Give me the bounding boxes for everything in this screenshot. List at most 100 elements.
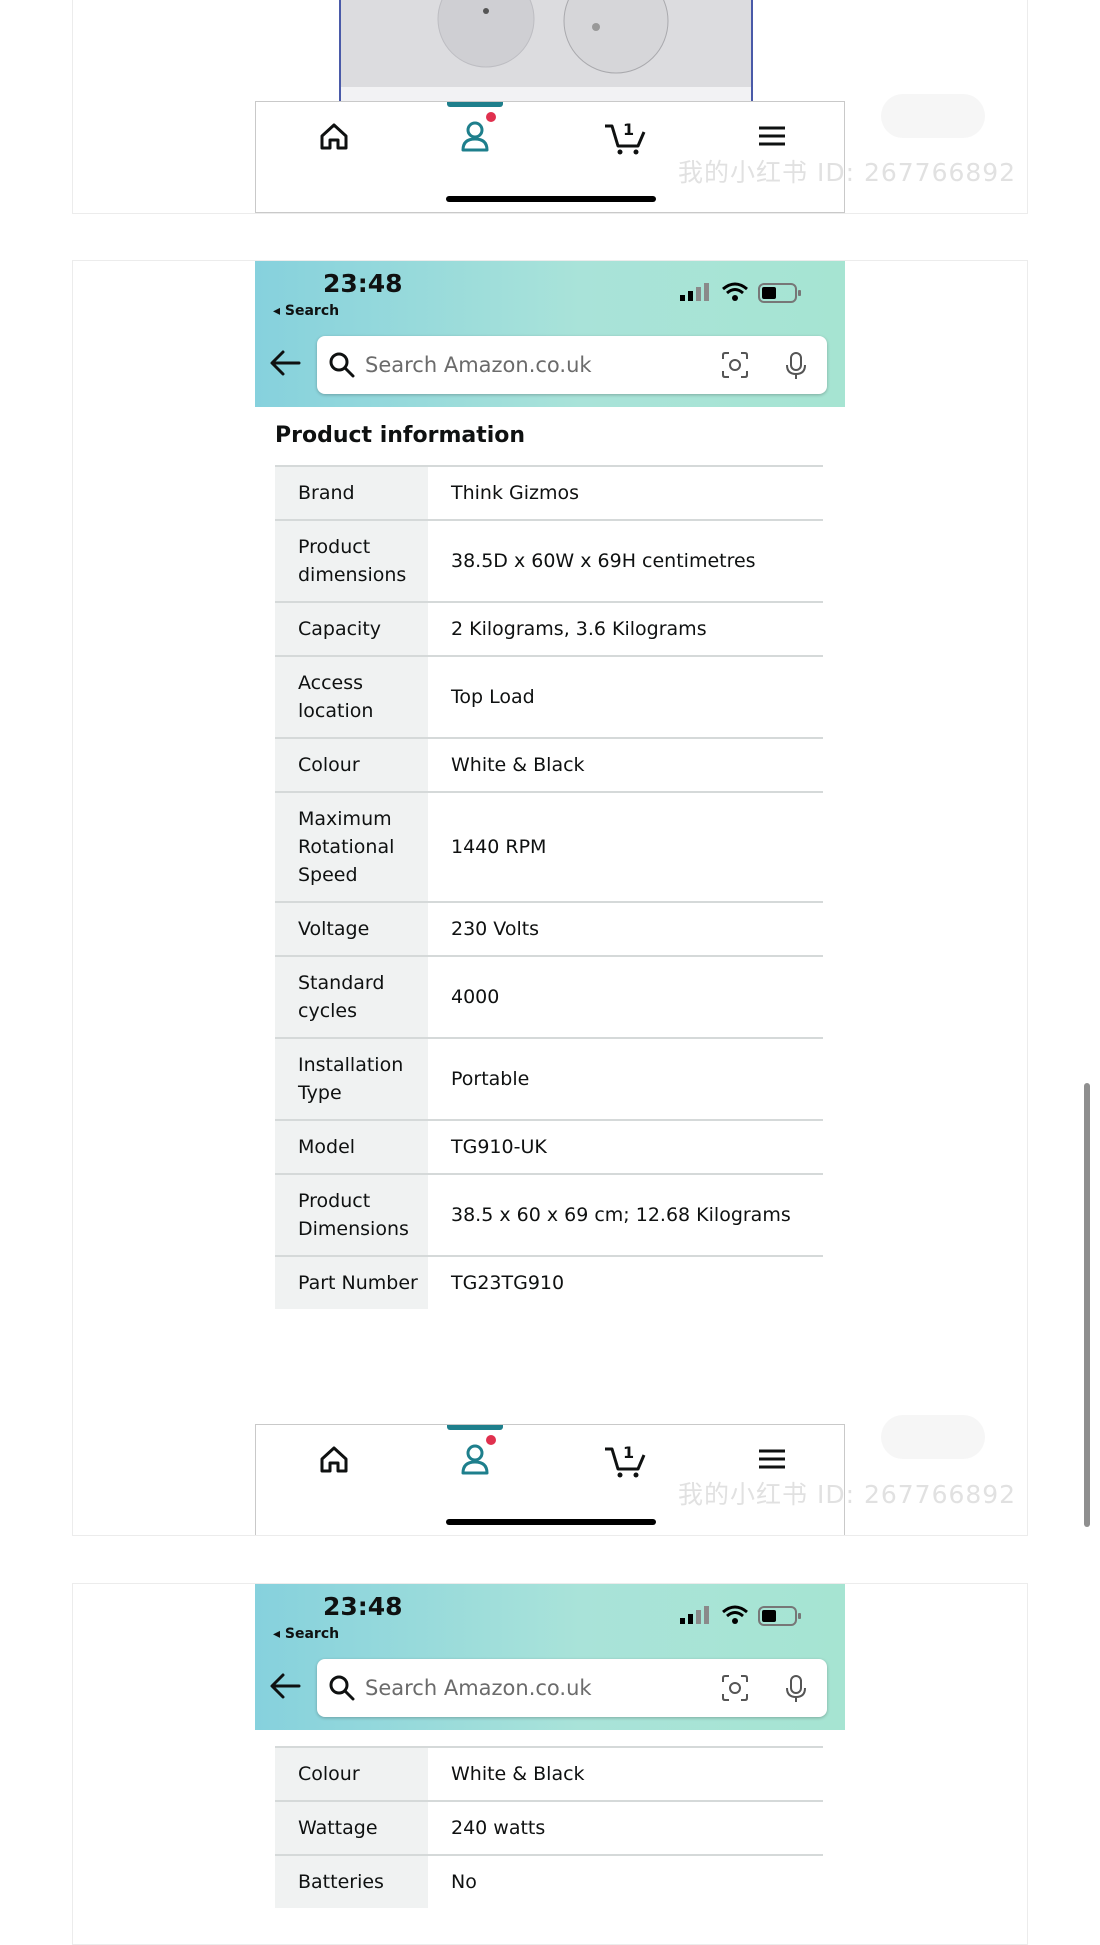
row-label: Colour — [275, 1746, 428, 1801]
search-input[interactable] — [365, 348, 705, 382]
cart-count: 1 — [623, 1443, 634, 1462]
menu-icon[interactable] — [752, 1439, 792, 1479]
screenshot-panel-1: 1 我的小红书 ID: 267766892 — [72, 0, 1028, 214]
signal-icon — [680, 283, 709, 301]
cart-count: 1 — [623, 120, 634, 139]
screenshot-panel-2: 23:48 ◂ Search Product information Brand… — [72, 260, 1028, 1536]
row-label: Product dimensions — [275, 519, 428, 602]
row-value: Top Load — [428, 655, 823, 738]
battery-icon — [758, 283, 801, 303]
notification-dot — [486, 1435, 496, 1445]
row-label: Batteries — [275, 1854, 428, 1908]
home-indicator — [446, 196, 656, 202]
table-row: Colour White & Black — [275, 737, 823, 792]
account-icon[interactable] — [455, 116, 495, 156]
row-label: Brand — [275, 465, 428, 520]
notification-dot — [486, 112, 496, 122]
row-label: Wattage — [275, 1800, 428, 1855]
search-bar[interactable] — [317, 1659, 827, 1717]
watermark-badge — [881, 94, 985, 138]
row-value: 38.5 x 60 x 69 cm; 12.68 Kilograms — [428, 1173, 823, 1256]
table-row: Standard cycles 4000 — [275, 955, 823, 1038]
row-label: Model — [275, 1119, 428, 1174]
microphone-icon[interactable] — [784, 1674, 808, 1704]
active-tab-indicator — [447, 102, 503, 107]
microphone-icon[interactable] — [784, 351, 808, 381]
camera-search-icon[interactable] — [721, 351, 749, 379]
table-row: Colour White & Black — [275, 1746, 823, 1801]
row-value: 4000 — [428, 955, 823, 1038]
cart-icon[interactable]: 1 — [602, 116, 648, 156]
table-row: Voltage 230 Volts — [275, 901, 823, 956]
wifi-icon — [722, 282, 748, 301]
row-label: Installation Type — [275, 1037, 428, 1120]
watermark-badge — [881, 1415, 985, 1459]
row-value: No — [428, 1854, 823, 1908]
table-row: Brand Think Gizmos — [275, 465, 823, 520]
row-label: Access location — [275, 655, 428, 738]
battery-icon — [758, 1606, 801, 1626]
search-input[interactable] — [365, 1671, 705, 1705]
row-label: Capacity — [275, 601, 428, 656]
table-row: Product Dimensions 38.5 x 60 x 69 cm; 12.… — [275, 1173, 823, 1256]
watermark: 我的小红书 ID: 267766892 — [678, 158, 1017, 187]
search-bar[interactable] — [317, 336, 827, 394]
table-row: Part Number TG23TG910 — [275, 1255, 823, 1309]
washing-machine-image — [341, 0, 751, 101]
table-row: Batteries No — [275, 1854, 823, 1908]
product-info-table: Brand Think Gizmos Product dimensions 38.5D… — [275, 465, 823, 1309]
row-label: Voltage — [275, 901, 428, 956]
row-label: Part Number — [275, 1255, 428, 1309]
search-icon — [329, 352, 355, 378]
phone-screen-2: 23:48 ◂ Search Product information Brand… — [255, 261, 845, 1535]
page-scrollbar[interactable] — [1084, 1083, 1090, 1527]
table-row: Wattage 240 watts — [275, 1800, 823, 1855]
signal-icon — [680, 1606, 709, 1624]
row-value: TG23TG910 — [428, 1255, 823, 1309]
header: 23:48 ◂ Search — [255, 261, 845, 407]
row-label: Colour — [275, 737, 428, 792]
table-row: Product dimensions 38.5D x 60W x 69H cent… — [275, 519, 823, 602]
status-time: 23:48 — [323, 269, 403, 298]
header: 23:48 ◂ Search — [255, 1584, 845, 1730]
table-row: Maximum Rotational Speed 1440 RPM — [275, 791, 823, 902]
row-value: White & Black — [428, 737, 823, 792]
row-label: Standard cycles — [275, 955, 428, 1038]
watermark: 我的小红书 ID: 267766892 — [678, 1480, 1017, 1509]
row-value: 1440 RPM — [428, 791, 823, 902]
active-tab-indicator — [447, 1425, 503, 1430]
table-row: Access location Top Load — [275, 655, 823, 738]
cart-icon[interactable]: 1 — [602, 1439, 648, 1479]
table-row: Capacity 2 Kilograms, 3.6 Kilograms — [275, 601, 823, 656]
back-arrow-icon[interactable] — [269, 349, 301, 377]
status-time: 23:48 — [323, 1592, 403, 1621]
row-value: 38.5D x 60W x 69H centimetres — [428, 519, 823, 602]
row-value: 2 Kilograms, 3.6 Kilograms — [428, 601, 823, 656]
back-to-search-link[interactable]: ◂ Search — [273, 1626, 339, 1642]
search-icon — [329, 1675, 355, 1701]
row-label: Product Dimensions — [275, 1173, 428, 1256]
row-value: 240 watts — [428, 1800, 823, 1855]
home-icon[interactable] — [314, 116, 354, 156]
row-value: White & Black — [428, 1746, 823, 1801]
section-title: Product information — [275, 423, 526, 448]
camera-search-icon[interactable] — [721, 1674, 749, 1702]
home-indicator — [446, 1519, 656, 1525]
phone-screen-3: 23:48 ◂ Search ColourWhite & BlackWattag… — [255, 1584, 845, 1944]
product-info-table: Colour White & Black Wattage 240 watts Batte… — [275, 1746, 823, 1908]
row-value: 230 Volts — [428, 901, 823, 956]
row-value: TG910-UK — [428, 1119, 823, 1174]
home-icon[interactable] — [314, 1439, 354, 1479]
screenshot-panel-3: 23:48 ◂ Search ColourWhite & BlackWattag… — [72, 1583, 1028, 1945]
table-row: Installation Type Portable — [275, 1037, 823, 1120]
menu-icon[interactable] — [752, 116, 792, 156]
product-image — [339, 0, 753, 103]
row-label: Maximum Rotational Speed — [275, 791, 428, 902]
account-icon[interactable] — [455, 1439, 495, 1479]
row-value: Portable — [428, 1037, 823, 1120]
row-value: Think Gizmos — [428, 465, 823, 520]
wifi-icon — [722, 1605, 748, 1624]
back-arrow-icon[interactable] — [269, 1672, 301, 1700]
table-row: Model TG910-UK — [275, 1119, 823, 1174]
back-to-search-link[interactable]: ◂ Search — [273, 303, 339, 319]
